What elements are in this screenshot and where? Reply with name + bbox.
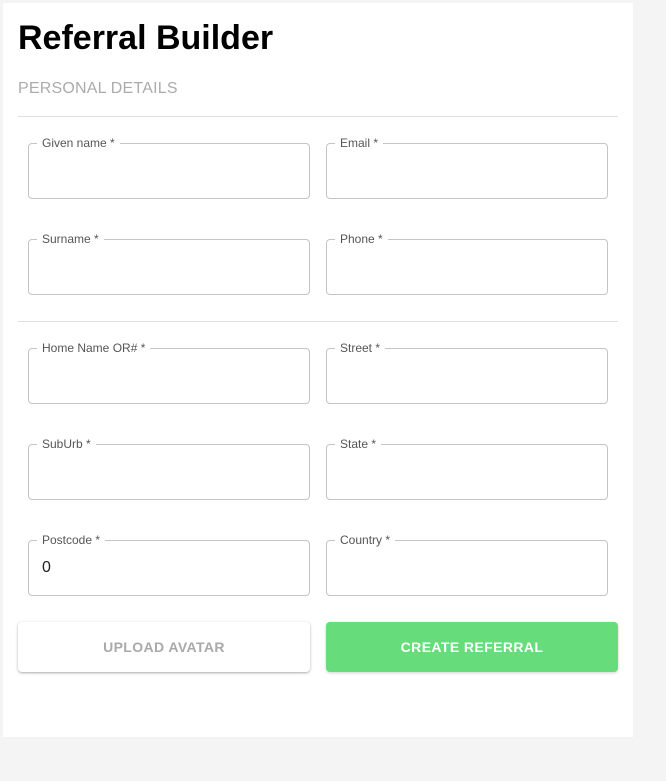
suburb-field: SubUrb * [28, 437, 310, 500]
postcode-input[interactable] [42, 558, 292, 578]
country-label: Country * [335, 533, 396, 547]
country-input[interactable] [340, 558, 590, 578]
surname-input[interactable] [42, 257, 292, 277]
home-name-field: Home Name OR# * [28, 341, 310, 404]
state-label: State * [335, 437, 382, 451]
phone-label: Phone * [335, 232, 388, 246]
given-name-input[interactable] [42, 161, 292, 181]
email-field: Email * [326, 136, 608, 199]
surname-field: Surname * [28, 232, 310, 295]
home-name-label: Home Name OR# * [37, 341, 151, 355]
upload-avatar-button[interactable]: UPLOAD AVATAR [18, 622, 310, 672]
section-label: PERSONAL DETAILS [18, 80, 178, 97]
email-input[interactable] [340, 161, 590, 181]
email-label: Email * [335, 136, 384, 150]
street-input[interactable] [340, 366, 590, 386]
home-name-input[interactable] [42, 366, 292, 386]
referral-card: Referral Builder PERSONAL DETAILS Given … [3, 3, 633, 737]
street-field: Street * [326, 341, 608, 404]
create-referral-button[interactable]: CREATE REFERRAL [326, 622, 618, 672]
given-name-field: Given name * [28, 136, 310, 199]
given-name-label: Given name * [37, 136, 120, 150]
state-field: State * [326, 437, 608, 500]
state-input[interactable] [340, 462, 590, 482]
section-divider [18, 116, 618, 117]
postcode-field: Postcode * [28, 533, 310, 596]
postcode-label: Postcode * [37, 533, 106, 547]
street-label: Street * [335, 341, 386, 355]
address-divider [18, 321, 618, 322]
suburb-input[interactable] [42, 462, 292, 482]
page-title: Referral Builder [18, 19, 274, 57]
phone-input[interactable] [340, 257, 590, 277]
surname-label: Surname * [37, 232, 104, 246]
country-field: Country * [326, 533, 608, 596]
phone-field: Phone * [326, 232, 608, 295]
suburb-label: SubUrb * [37, 437, 96, 451]
